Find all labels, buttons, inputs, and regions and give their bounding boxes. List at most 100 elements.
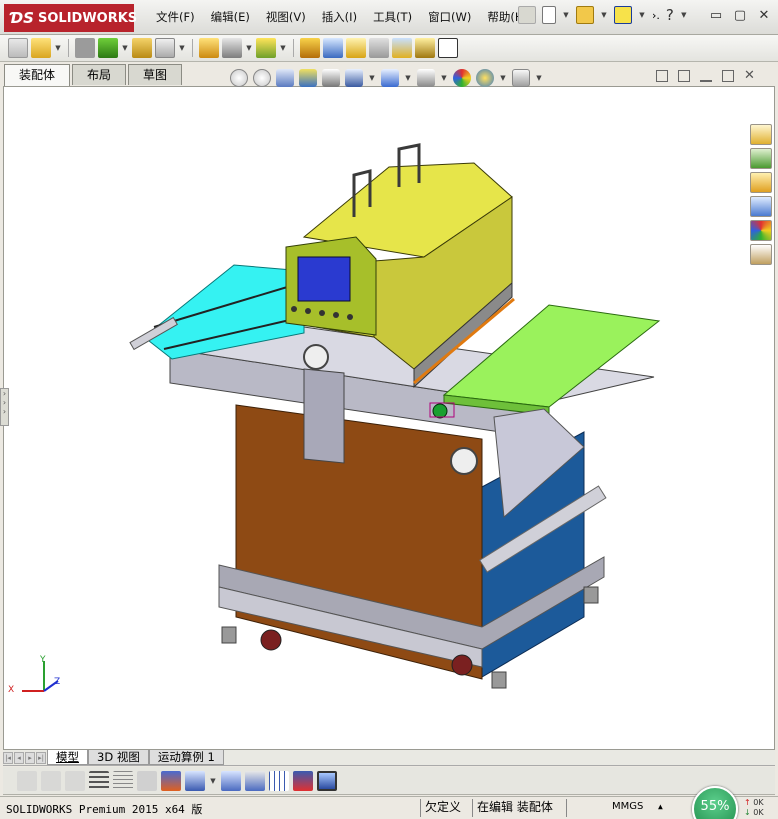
status-units-selector[interactable]: MMGS [612,801,643,812]
new-motion-study-icon[interactable] [323,38,343,58]
table-icon[interactable] [113,770,133,791]
overflow-icon[interactable]: ›. [652,9,660,22]
explode-line-sketch-icon[interactable] [392,38,412,58]
feature-manager-expand-handle[interactable]: › › › [0,388,9,426]
isometric-icon[interactable] [221,770,241,791]
viewport-split-icon[interactable] [678,70,690,82]
note-icon[interactable] [65,770,85,791]
first-tab-icon[interactable]: |◂ [3,751,13,764]
bill-of-materials-icon[interactable] [346,38,366,58]
view-orientation-icon[interactable] [345,69,363,87]
viewport-minimize-icon[interactable] [700,70,712,82]
chevron-down-icon[interactable]: ▼ [54,44,62,52]
shaded-view-icon[interactable] [317,770,337,791]
viewport-close-icon[interactable]: ✕ [744,69,755,82]
zoom-to-area-icon[interactable] [253,69,271,87]
menu-tools[interactable]: 工具(T) [365,9,420,25]
chevron-down-icon[interactable]: ▼ [279,44,287,52]
edit-appearance-icon[interactable] [453,69,471,87]
tab-layout[interactable]: 布局 [72,64,127,85]
view-settings-icon[interactable] [512,69,530,87]
chevron-down-icon[interactable]: ▼ [499,74,507,82]
menu-window[interactable]: 窗口(W) [420,9,479,25]
smart-dimension-icon[interactable] [41,770,61,791]
next-tab-icon[interactable]: ▸ [25,751,35,764]
pin-icon[interactable] [518,6,536,24]
chevron-down-icon[interactable]: ▼ [600,11,608,19]
tab-model[interactable]: 模型 [47,750,88,765]
prev-tab-icon[interactable]: ◂ [14,751,24,764]
sketch-icon[interactable] [17,770,37,791]
grid-icon[interactable] [269,770,289,791]
interference-detection-icon[interactable] [415,38,435,58]
restore-icon[interactable]: ▢ [732,9,748,23]
axis-icon[interactable] [161,770,181,791]
design-library-icon[interactable] [750,172,772,193]
reference-geometry-icon[interactable] [300,38,320,58]
view-cube-icon[interactable] [185,770,205,791]
show-hidden-icon[interactable] [222,38,242,58]
resources-icon[interactable] [750,148,772,169]
minimize-icon[interactable]: ▭ [708,9,724,23]
tab-sketch[interactable]: 草图 [128,64,183,85]
custom-properties-icon[interactable] [750,244,772,265]
chevron-down-icon[interactable]: ▼ [440,74,448,82]
new-doc-icon[interactable] [542,6,556,24]
graphics-area[interactable]: Y X Z [3,86,775,750]
solidworks-logo[interactable]: ƊS SOLIDWORKS [4,4,137,32]
smart-fasteners-icon[interactable] [155,38,175,58]
bottom-toolbar: ▼ [3,767,775,795]
rebuild-icon[interactable] [614,6,632,24]
linear-pattern-icon[interactable] [132,38,152,58]
pressure-gauge-top [303,344,329,370]
dynamic-annotation-icon[interactable] [322,69,340,87]
new-doc-icon[interactable] [8,38,28,58]
units-chevron-icon[interactable]: ▲ [658,802,663,811]
exploded-view-icon[interactable] [369,38,389,58]
open-icon[interactable] [31,38,51,58]
insert-component-icon[interactable] [75,38,95,58]
appearances-icon[interactable] [750,220,772,241]
move-component-icon[interactable] [199,38,219,58]
chevron-down-icon[interactable]: ▼ [562,11,570,19]
align-icon[interactable] [89,770,109,791]
chevron-down-icon[interactable]: ▼ [368,74,376,82]
chevron-down-icon[interactable]: ▼ [209,777,217,785]
menu-insert[interactable]: 插入(I) [314,9,365,25]
tab-motion-study-1[interactable]: 运动算例 1 [148,750,224,765]
tab-assembly[interactable]: 装配体 [4,64,71,86]
menu-file[interactable]: 文件(F) [148,9,203,25]
viewport-restore-icon[interactable] [722,70,734,82]
chevron-down-icon[interactable]: ▼ [178,44,186,52]
menu-view[interactable]: 视图(V) [258,9,314,25]
measure-icon[interactable] [137,770,157,791]
viewport-single-icon[interactable] [656,70,668,82]
home-icon[interactable] [750,124,772,145]
chevron-down-icon[interactable]: ▼ [404,74,412,82]
last-tab-icon[interactable]: ▸| [36,751,46,764]
chevron-down-icon[interactable]: ▼ [121,44,129,52]
instant3d-icon[interactable] [438,38,458,58]
normal-to-icon[interactable] [245,770,265,791]
display-style-icon[interactable] [381,69,399,87]
assembly-model[interactable] [4,87,775,750]
tab-3d-views[interactable]: 3D 视图 [88,750,149,765]
section-view-icon[interactable] [299,69,317,87]
chevron-down-icon[interactable]: ▼ [535,74,543,82]
viewport-window-controls: ✕ [656,69,755,82]
zoom-to-fit-icon[interactable] [230,69,248,87]
previous-view-icon[interactable] [276,69,294,87]
close-icon[interactable]: ✕ [756,9,772,23]
save-icon[interactable] [293,770,313,791]
help-icon[interactable]: ? [666,6,674,24]
menu-edit[interactable]: 编辑(E) [203,9,258,25]
mate-icon[interactable] [98,38,118,58]
open-icon[interactable] [576,6,594,24]
assembly-features-icon[interactable] [256,38,276,58]
chevron-down-icon[interactable]: ▼ [245,44,253,52]
apply-scene-icon[interactable] [476,69,494,87]
chevron-down-icon[interactable]: ▼ [680,11,688,19]
hide-show-items-icon[interactable] [417,69,435,87]
file-explorer-icon[interactable] [750,196,772,217]
chevron-down-icon[interactable]: ▼ [638,11,646,19]
